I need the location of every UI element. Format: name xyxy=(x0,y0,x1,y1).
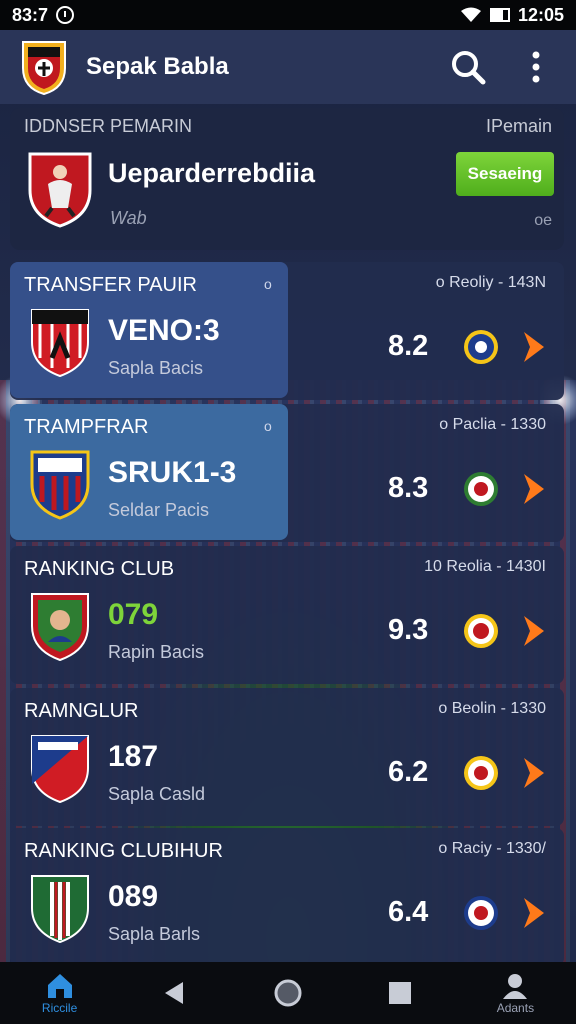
card-sub: Seldar Pacis xyxy=(108,500,210,520)
nav-account-label: Adants xyxy=(496,1001,535,1015)
club-badge-icon xyxy=(464,330,498,364)
list-item[interactable]: RAMNGLUR 187 Sapla Casld o Beolin - 1330… xyxy=(10,688,564,826)
chevron-right-icon[interactable] xyxy=(520,614,548,648)
club-crest-icon xyxy=(31,735,89,804)
chevron-right-icon[interactable] xyxy=(520,472,548,506)
nav-home-circle[interactable] xyxy=(273,978,303,1008)
card-score: SRUK1-3 xyxy=(108,456,237,489)
card-rating: 6.4 xyxy=(388,896,429,928)
status-time-right: 12:05 xyxy=(517,4,564,25)
card-rating-info: 10 Reolia - 1430I xyxy=(424,558,546,575)
card-score: 089 xyxy=(108,880,159,913)
card-rating: 8.3 xyxy=(388,472,429,504)
chevron-right-icon[interactable] xyxy=(520,330,548,364)
featured-meta: oe xyxy=(534,212,552,229)
recents-square-icon xyxy=(388,982,411,1004)
card-score: 079 xyxy=(108,598,159,631)
list-item[interactable]: RANKING CLUBIHUR 089 Sapla Barls o Raciy… xyxy=(10,828,564,966)
app-logo-icon xyxy=(22,41,66,96)
card-title: RANKING CLUB xyxy=(24,558,175,580)
club-crest-icon xyxy=(31,593,89,662)
account-icon xyxy=(503,974,528,999)
club-crest-icon xyxy=(30,450,90,520)
card-title: TRANSFER PAUIR xyxy=(24,274,197,296)
home-icon xyxy=(47,974,72,998)
search-button[interactable] xyxy=(448,47,488,87)
card-title: RAMNGLUR xyxy=(24,700,139,722)
wifi-icon xyxy=(460,7,481,22)
featured-club-crest xyxy=(28,152,92,228)
featured-label: IDDNSER PEMARIN xyxy=(24,116,193,136)
featured-player-card[interactable]: IDDNSER PEMARIN IPemain Ueparderrebdiia … xyxy=(10,108,564,250)
app-title: Sepak Babla xyxy=(86,53,229,80)
nav-account[interactable]: Adants xyxy=(497,971,534,1015)
featured-name: Ueparderrebdiia xyxy=(108,158,316,188)
battery-icon xyxy=(489,8,510,22)
card-rating-info: o Reoliy - 143N xyxy=(435,274,546,291)
card-title: RANKING CLUBIHUR xyxy=(24,840,223,862)
card-rating-info: o Beolin - 1330 xyxy=(438,700,546,717)
card-sub: Sapla Bacis xyxy=(108,358,204,378)
chevron-right-icon[interactable] xyxy=(520,756,548,790)
back-triangle-icon xyxy=(165,982,184,1004)
more-vert-icon xyxy=(532,51,540,83)
card-dot: o xyxy=(264,276,272,292)
nav-recents[interactable] xyxy=(387,980,413,1006)
list-item[interactable]: RANKING CLUB 079 Rapin Bacis 10 Reolia -… xyxy=(10,546,564,684)
card-sub: Rapin Bacis xyxy=(108,642,205,662)
card-rating: 6.2 xyxy=(388,756,429,788)
club-badge-icon xyxy=(464,614,498,648)
club-badge-icon xyxy=(464,896,498,930)
card-rating: 9.3 xyxy=(388,614,429,646)
card-sub: Sapla Barls xyxy=(108,924,201,944)
club-badge-icon xyxy=(464,472,498,506)
featured-label-right: IPemain xyxy=(485,116,552,136)
more-options-button[interactable] xyxy=(516,47,556,87)
clock-icon xyxy=(56,6,75,24)
nav-back[interactable] xyxy=(161,979,189,1007)
search-icon xyxy=(452,51,486,85)
app-bar: Sepak Babla xyxy=(0,30,576,104)
card-rating-info: o Paclia - 1330 xyxy=(439,416,546,433)
card-rating: 8.2 xyxy=(388,330,429,362)
status-bar: 83:7 12:05 xyxy=(0,0,576,30)
card-score: 187 xyxy=(108,740,159,773)
featured-sub: Wab xyxy=(110,208,147,228)
featured-action-button[interactable]: Sesaeing xyxy=(456,152,554,196)
nav-home[interactable]: Riccile xyxy=(42,971,77,1015)
chevron-right-icon[interactable] xyxy=(520,896,548,930)
card-score: VENO:3 xyxy=(108,314,220,347)
club-crest-icon xyxy=(31,875,89,944)
list-item[interactable]: TRANSFER PAUIR o VENO:3 Sapla Bacis o Re… xyxy=(10,262,564,400)
list-item[interactable]: TRAMPFRAR o SRUK1-3 Seldar Pacis o Pacli… xyxy=(10,404,564,542)
club-badge-icon xyxy=(464,756,498,790)
bottom-navigation: Riccile Adants xyxy=(0,962,576,1024)
home-circle-icon xyxy=(274,979,302,1007)
club-crest-icon xyxy=(31,309,89,378)
card-title: TRAMPFRAR xyxy=(24,416,149,438)
card-dot: o xyxy=(264,418,272,434)
card-rating-info: o Raciy - 1330/ xyxy=(438,840,546,857)
status-time-left: 83:7 xyxy=(12,4,49,25)
card-sub: Sapla Casld xyxy=(108,784,206,804)
nav-home-label: Riccile xyxy=(41,1001,78,1015)
